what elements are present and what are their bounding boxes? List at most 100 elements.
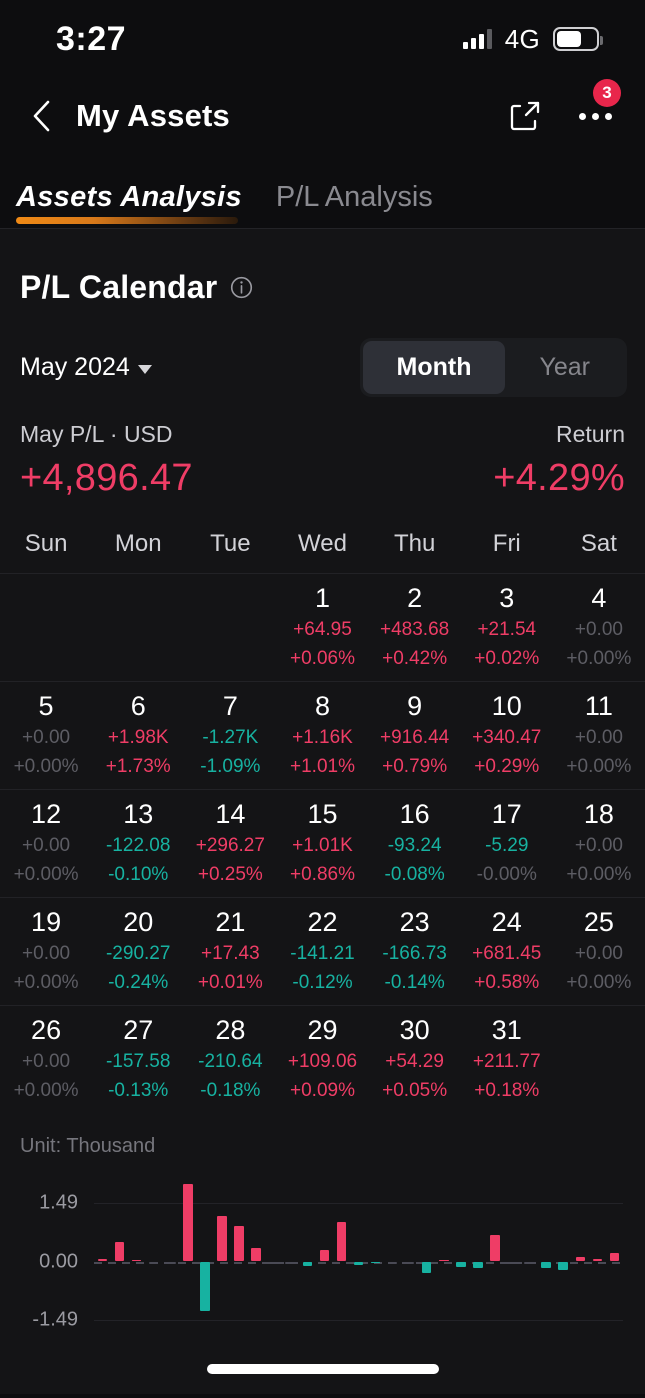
weekday-header-thu: Thu (393, 530, 436, 557)
calendar-day-cell[interactable]: 22 -141.21 -0.12% (276, 898, 368, 1005)
chart-bar (353, 1261, 364, 1266)
chart-bar (148, 1261, 159, 1264)
calendar-day-cell[interactable]: 29 +109.06 +0.09% (276, 1006, 368, 1113)
calendar-day-cell[interactable]: 9 +916.44 +0.79% (369, 682, 461, 789)
calendar-day-percent: -0.12% (292, 971, 353, 993)
weekday-header-wed: Wed (298, 530, 347, 557)
calendar-day-cell[interactable]: 20 -290.27 -0.24% (92, 898, 184, 1005)
month-selector-label: May 2024 (20, 353, 130, 381)
calendar-day-cell[interactable]: 4 +0.00 +0.00% (553, 574, 645, 681)
calendar-day-amount: +340.47 (472, 727, 542, 749)
calendar-day-cell[interactable]: 2 +483.68 +0.42% (369, 574, 461, 681)
calendar-day-percent: -0.00% (476, 863, 537, 885)
chart-bar (200, 1261, 210, 1312)
calendar-day-amount: +17.43 (201, 943, 260, 965)
calendar-day-cell[interactable]: 23 -166.73 -0.14% (369, 898, 461, 1005)
section-title: P/L Calendar (20, 269, 218, 305)
chart-bar (490, 1234, 500, 1262)
calendar-day-percent: +0.06% (290, 647, 355, 669)
chart-bar-column (196, 1176, 213, 1326)
chart-bar (439, 1259, 449, 1262)
home-indicator[interactable] (206, 1364, 439, 1374)
calendar-day-cell[interactable]: 28 -210.64 -0.18% (184, 1006, 276, 1113)
calendar-day-percent: +0.42% (382, 647, 448, 669)
calendar-empty-cell (553, 1006, 645, 1113)
calendar-day-cell[interactable]: 26 +0.00 +0.00% (0, 1006, 92, 1113)
calendar-day-amount: +1.01K (292, 835, 353, 857)
chart-y-tick: 0.00 (39, 1250, 78, 1272)
tab-assets-analysis-label: Assets Analysis (16, 181, 242, 213)
calendar-day-cell[interactable]: 11 +0.00 +0.00% (553, 682, 645, 789)
calendar-day-cell[interactable]: 1 +64.95 +0.06% (276, 574, 368, 681)
calendar-day-cell[interactable]: 15 +1.01K +0.86% (276, 790, 368, 897)
share-external-icon[interactable] (507, 98, 543, 134)
calendar-day-cell[interactable]: 21 +17.43 +0.01% (184, 898, 276, 1005)
calendar-controls: May 2024 Month Year (0, 306, 645, 397)
calendar-day-cell[interactable]: 8 +1.16K +1.01% (276, 682, 368, 789)
calendar-day-cell[interactable]: 31 +211.77 +0.18% (461, 1006, 553, 1113)
range-option-month[interactable]: Month (362, 341, 506, 394)
calendar-day-percent: +0.00% (13, 755, 79, 777)
calendar-day-amount: +0.00 (574, 727, 623, 749)
calendar-day-cell[interactable]: 13 -122.08 -0.10% (92, 790, 184, 897)
calendar-day-percent: +0.18% (474, 1079, 540, 1101)
more-options-button[interactable]: 3 (573, 79, 621, 136)
chart-bar-column (486, 1176, 503, 1326)
chart-bar (131, 1259, 142, 1262)
calendar-day-cell[interactable]: 18 +0.00 +0.00% (553, 790, 645, 897)
chart-bar (114, 1242, 125, 1262)
calendar-day-number: 22 (307, 907, 338, 938)
calendar-day-number: 17 (491, 799, 522, 830)
calendar-day-cell[interactable]: 30 +54.29 +0.05% (369, 1006, 461, 1113)
calendar-day-amount: +1.16K (292, 727, 353, 749)
calendar-day-amount: -122.08 (105, 835, 171, 857)
calendar-day-cell[interactable]: 10 +340.47 +0.29% (461, 682, 553, 789)
calendar-day-cell[interactable]: 12 +0.00 +0.00% (0, 790, 92, 897)
calendar-day-cell[interactable]: 7 -1.27K -1.09% (184, 682, 276, 789)
calendar-empty-cell (184, 574, 276, 681)
chart-bar-column (418, 1176, 435, 1326)
calendar-day-amount: -93.24 (387, 835, 442, 857)
tab-pl-analysis-label: P/L Analysis (275, 181, 433, 213)
calendar-day-cell[interactable]: 16 -93.24 -0.08% (369, 790, 461, 897)
calendar-day-cell[interactable]: 24 +681.45 +0.58% (461, 898, 553, 1005)
back-button[interactable] (18, 93, 64, 139)
info-circle-icon[interactable] (230, 276, 253, 299)
tab-bar: Assets Analysis P/L Analysis (0, 154, 645, 228)
calendar-day-amount: -210.64 (198, 1051, 263, 1073)
calendar-day-percent: -1.09% (200, 755, 261, 777)
calendar-day-percent: +0.02% (474, 647, 540, 669)
calendar-day-number: 15 (307, 799, 338, 830)
calendar-day-percent: +0.00% (566, 647, 632, 669)
calendar-day-number: 21 (215, 907, 246, 938)
calendar-day-amount: -166.73 (382, 943, 447, 965)
status-clock: 3:27 (56, 19, 127, 58)
app-screen: 3:27 4G My Assets 3 Assets Analysis P/L … (0, 0, 645, 1398)
more-dots-icon (578, 112, 612, 120)
calendar-day-number: 28 (215, 1015, 246, 1046)
calendar-day-cell[interactable]: 27 -157.58 -0.13% (92, 1006, 184, 1113)
calendar-day-percent: +0.58% (474, 971, 540, 993)
tab-assets-analysis[interactable]: Assets Analysis (16, 181, 242, 228)
calendar-day-cell[interactable]: 5 +0.00 +0.00% (0, 682, 92, 789)
chart-bar-column (521, 1176, 538, 1326)
calendar-day-amount: -141.21 (290, 943, 355, 965)
calendar-week-row: 1 +64.95 +0.06% 2 +483.68 +0.42% 3 +21.54 +0.02%… (0, 573, 645, 681)
chart-bar-column (469, 1176, 486, 1326)
calendar-day-cell[interactable]: 17 -5.29 -0.00% (461, 790, 553, 897)
calendar-day-percent: +0.25% (197, 863, 263, 885)
chart-bar (421, 1261, 432, 1273)
chart-bar (507, 1261, 517, 1264)
calendar-day-cell[interactable]: 25 +0.00 +0.00% (553, 898, 645, 1005)
chart-bar (302, 1261, 313, 1267)
tab-pl-analysis[interactable]: P/L Analysis (276, 181, 433, 228)
month-selector[interactable]: May 2024 (20, 353, 152, 382)
calendar-day-cell[interactable]: 3 +21.54 +0.02% (461, 574, 553, 681)
range-option-year[interactable]: Year (505, 341, 624, 394)
calendar-day-cell[interactable]: 19 +0.00 +0.00% (0, 898, 92, 1005)
calendar-day-cell[interactable]: 6 +1.98K +1.73% (92, 682, 184, 789)
calendar-day-cell[interactable]: 14 +296.27 +0.25% (184, 790, 276, 897)
calendar-day-number: 10 (491, 691, 522, 722)
weekday-header-fri: Fri (492, 530, 521, 557)
chart-y-tick: 1.49 (39, 1191, 78, 1214)
